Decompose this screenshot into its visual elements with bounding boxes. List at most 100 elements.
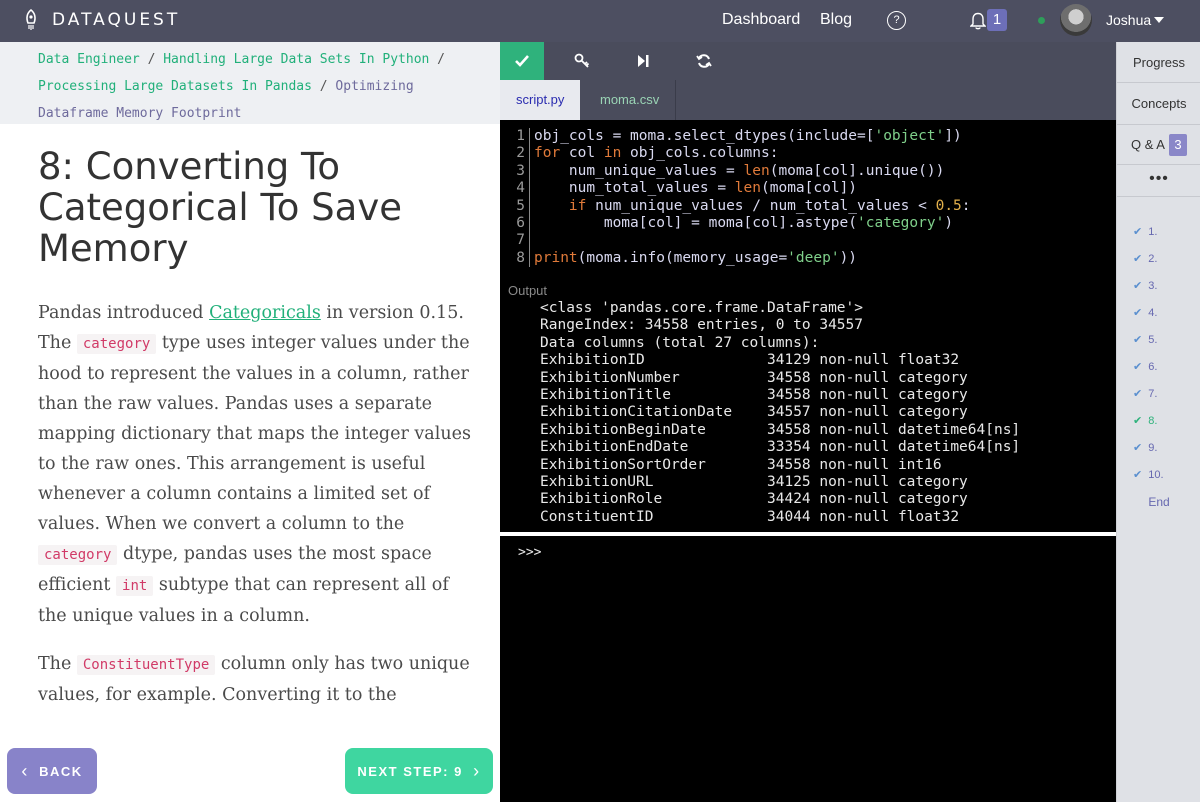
line-number: 1 xyxy=(500,128,530,146)
output-line: RangeIndex: 34558 entries, 0 to 34557 xyxy=(540,317,864,334)
question-bubble-icon[interactable]: ? xyxy=(887,11,906,30)
code-token: len xyxy=(734,180,761,197)
output-row: ExhibitionCitationDate 34557 non-null cat… xyxy=(540,404,1116,421)
console-divider[interactable] xyxy=(500,532,1116,536)
step-label: 6. xyxy=(1148,361,1158,373)
tab-moma-csv[interactable]: moma.csv xyxy=(584,80,677,120)
checkmark-icon: ✔ xyxy=(1133,442,1143,454)
notification-count-badge[interactable]: 1 xyxy=(987,9,1007,31)
column-info: 34044 non-null float32 xyxy=(767,508,960,525)
column-info: 34424 non-null category xyxy=(767,491,968,508)
concepts-button[interactable]: Concepts xyxy=(1117,96,1200,111)
step-item[interactable]: ✔ 7. xyxy=(1133,387,1157,400)
refresh-icon xyxy=(696,54,712,68)
checkmark-icon: ✔ xyxy=(1133,361,1143,373)
code-line[interactable]: 8 print (moma.info(memory_usage='deep')) xyxy=(500,249,1116,268)
step-item[interactable]: ✔ 6. xyxy=(1133,360,1157,373)
code-line[interactable]: 4 num_total_values = len (moma[col]) xyxy=(500,180,1116,198)
breadcrumb-course[interactable]: Handling Large Data Sets In Python xyxy=(163,52,429,67)
output-row: ExhibitionSortOrder 34558 non-null int16 xyxy=(540,457,1116,474)
avatar[interactable] xyxy=(1060,4,1092,36)
back-button[interactable]: ‹ BACK xyxy=(7,748,97,794)
code-token: : xyxy=(961,197,971,214)
code-line[interactable]: 6 moma[col] = moma[col].astype('category… xyxy=(500,214,1116,233)
divider xyxy=(1117,164,1200,165)
step-label: 8. xyxy=(1148,415,1158,427)
submit-button[interactable] xyxy=(500,42,544,80)
line-number: 2 xyxy=(500,145,530,163)
divider xyxy=(1117,196,1200,197)
output-row: ExhibitionRole 34424 non-null category xyxy=(540,491,1116,508)
text: The xyxy=(38,654,77,674)
checkmark-icon: ✔ xyxy=(1133,280,1143,292)
code-line[interactable]: 5 if num_unique_values / num_total_value… xyxy=(500,197,1116,215)
text: Pandas introduced xyxy=(38,303,210,323)
breadcrumb-path[interactable]: Data Engineer xyxy=(38,52,140,67)
code-token: (moma[col]) xyxy=(761,180,858,197)
reset-button[interactable] xyxy=(683,42,725,80)
line-number: 5 xyxy=(500,197,530,215)
code-area[interactable]: 1 obj_cols = moma.select_dtypes(include=[… xyxy=(500,128,1116,278)
lesson-paragraph: The ConstituentType column only has two … xyxy=(38,649,478,710)
step-end[interactable]: End xyxy=(1117,495,1200,509)
brand-logo[interactable]: DATAQUEST xyxy=(22,9,180,31)
checkmark-icon: ✔ xyxy=(1133,469,1143,481)
breadcrumb-mission[interactable]: Processing Large Datasets In Pandas xyxy=(38,79,312,94)
checkmark-icon xyxy=(515,55,529,67)
divider xyxy=(1117,124,1200,125)
step-item[interactable]: ✔ 5. xyxy=(1133,333,1157,346)
step-label: 7. xyxy=(1148,388,1158,400)
column-info: 34125 non-null category xyxy=(767,473,968,490)
qa-button[interactable]: Q & A3 xyxy=(1117,134,1200,156)
step-label: 9. xyxy=(1148,442,1158,454)
column-name: ExhibitionBeginDate xyxy=(540,421,706,438)
checkmark-icon: ✔ xyxy=(1133,415,1143,427)
column-name: ExhibitionSortOrder xyxy=(540,456,706,473)
code-token: if xyxy=(568,197,587,214)
inline-code: ConstituentType xyxy=(76,655,216,675)
step-item[interactable]: ✔ 8. xyxy=(1133,414,1157,427)
username[interactable]: Joshua xyxy=(1106,12,1151,28)
line-number: 4 xyxy=(500,180,530,198)
checkmark-icon: ✔ xyxy=(1133,253,1143,265)
lesson-paragraph: Pandas introduced Categoricals in versio… xyxy=(38,298,478,631)
code-token: (moma[col].unique()) xyxy=(769,162,945,179)
code-token: )) xyxy=(839,249,858,266)
categoricals-link[interactable]: Categoricals xyxy=(209,303,321,323)
output-line: Data columns (total 27 columns): xyxy=(540,334,820,351)
step-item[interactable]: ✔ 4. xyxy=(1133,306,1157,319)
step-item[interactable]: ✔ 3. xyxy=(1133,279,1157,292)
step-item[interactable]: ✔ 10. xyxy=(1133,468,1164,481)
nav-blog[interactable]: Blog xyxy=(820,11,852,29)
checkmark-icon: ✔ xyxy=(1133,388,1143,400)
column-info: 34129 non-null float32 xyxy=(767,352,960,369)
step-item[interactable]: ✔ 2. xyxy=(1133,252,1157,265)
next-label: NEXT STEP: 9 xyxy=(357,763,463,779)
breadcrumb-separator: / xyxy=(437,52,445,67)
step-item[interactable]: ✔ 9. xyxy=(1133,441,1157,454)
code-line[interactable]: 7 xyxy=(500,232,1116,250)
run-step-button[interactable] xyxy=(622,42,664,80)
code-line[interactable]: 2 for col in obj_cols.columns: xyxy=(500,145,1116,163)
back-label: BACK xyxy=(39,763,83,779)
bell-icon[interactable] xyxy=(970,11,986,30)
output-row: ExhibitionNumber 34558 non-null category xyxy=(540,370,1116,387)
code-line[interactable]: 3 num_unique_values = len (moma[col].uniq… xyxy=(500,162,1116,181)
lesson-body: Pandas introduced Categoricals in versio… xyxy=(38,298,478,728)
console-prompt[interactable]: >>> xyxy=(518,545,541,560)
line-number: 7 xyxy=(500,232,530,250)
code-line[interactable]: 1 obj_cols = moma.select_dtypes(include=[… xyxy=(500,128,1116,146)
code-token: obj_cols = moma.select_dtypes(include=[ xyxy=(534,128,875,144)
step-label: 10. xyxy=(1148,469,1164,481)
output-label: Output xyxy=(508,283,548,298)
hint-button[interactable] xyxy=(561,42,603,80)
nav-dashboard[interactable]: Dashboard xyxy=(722,11,800,29)
next-step-button[interactable]: NEXT STEP: 9 › xyxy=(345,748,493,794)
step-item[interactable]: ✔ 1. xyxy=(1133,225,1157,238)
more-options-icon[interactable]: ••• xyxy=(1117,170,1200,188)
tab-script-py[interactable]: script.py xyxy=(500,80,581,120)
code-token: in xyxy=(603,145,622,162)
column-info: 34558 non-null category xyxy=(767,369,968,386)
chevron-down-icon[interactable] xyxy=(1154,17,1164,23)
progress-button[interactable]: Progress xyxy=(1117,55,1200,70)
